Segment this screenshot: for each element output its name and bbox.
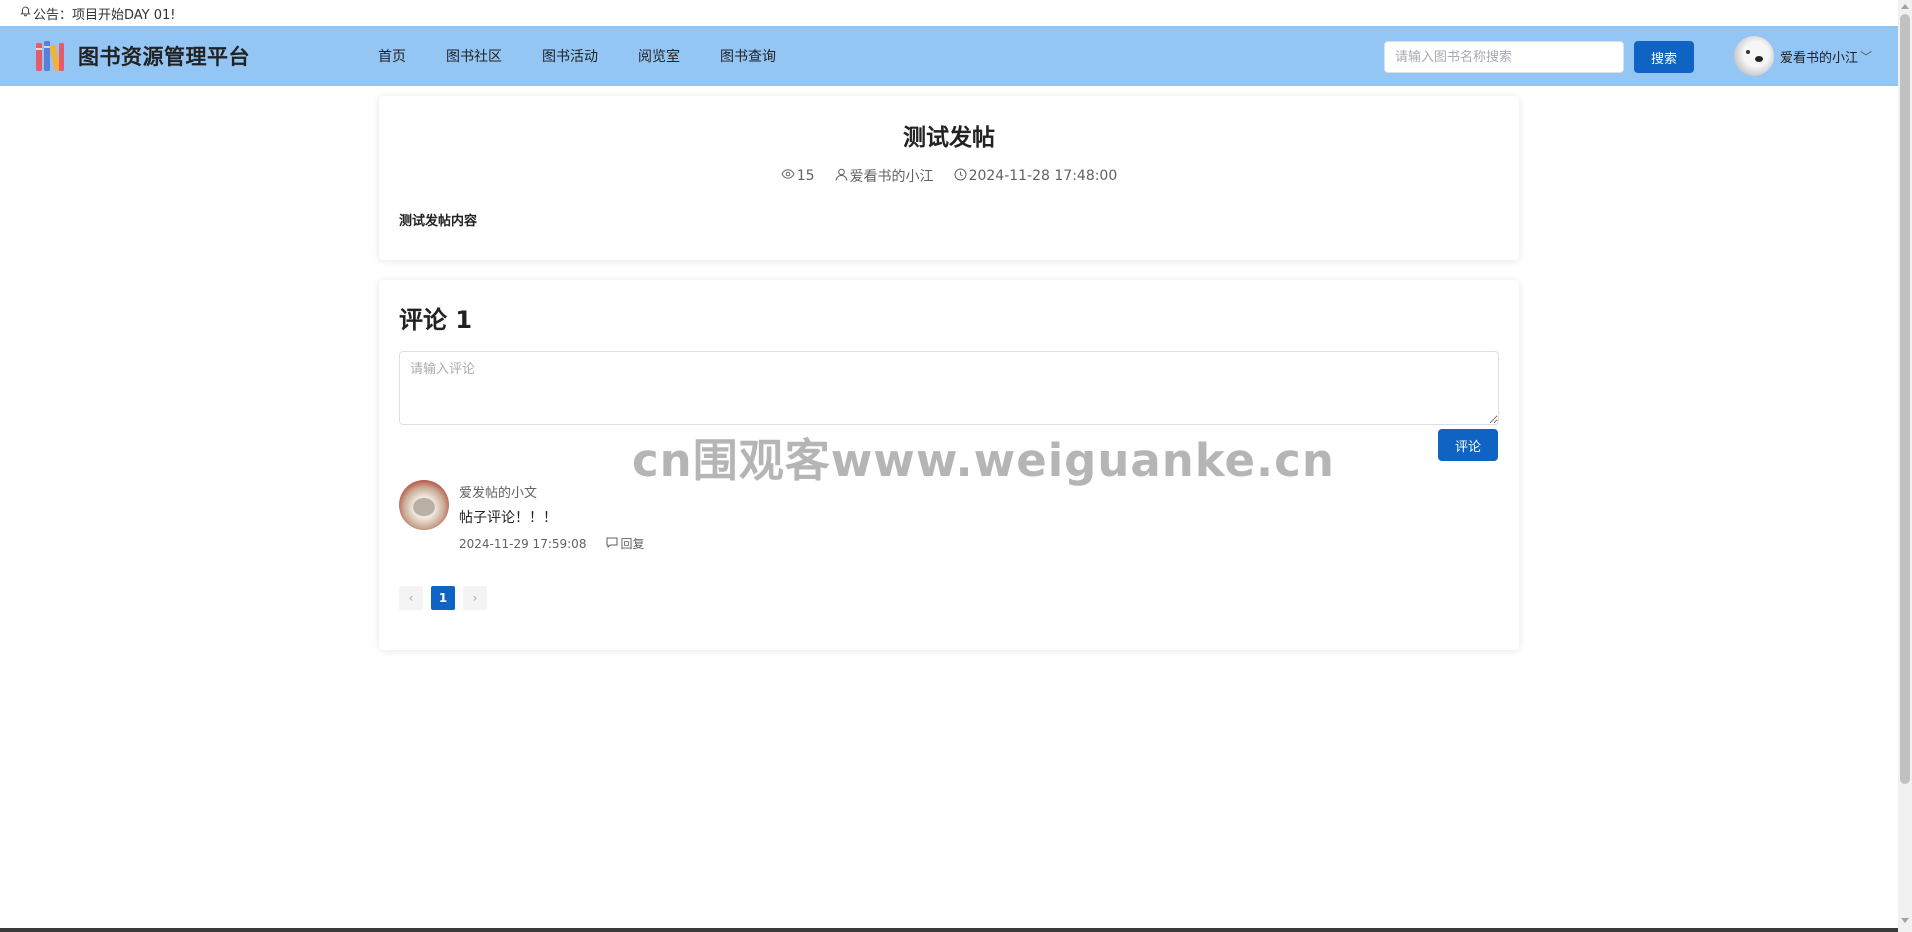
reply-label: 回复	[620, 537, 645, 551]
post-author: 爱看书的小江	[835, 166, 934, 186]
post-title: 测试发帖	[903, 125, 995, 151]
announcement-text: 公告：项目开始DAY 01!	[33, 7, 176, 23]
comment-text: 帖子评论！！！	[459, 510, 557, 526]
comments-card: 评论 1 评论 爱发帖的小文 帖子评论！！！ 2024-11-29 17:59:…	[379, 280, 1519, 650]
nav-activities[interactable]: 图书活动	[542, 46, 598, 66]
user-avatar[interactable]	[1734, 36, 1774, 76]
user-menu[interactable]: 爱看书的小江 ﹀	[1734, 36, 1872, 76]
page-number-button[interactable]: 1	[431, 586, 455, 610]
scroll-up-arrow-icon[interactable]	[1901, 4, 1909, 9]
chat-bubble-icon	[606, 537, 620, 551]
user-icon	[835, 168, 850, 185]
nav-community[interactable]: 图书社区	[446, 46, 502, 66]
nav-home[interactable]: 首页	[378, 46, 406, 66]
main-nav: 首页 图书社区 图书活动 阅览室 图书查询	[378, 46, 816, 66]
logo[interactable]: 图书资源管理平台	[34, 39, 250, 73]
view-count-value: 15	[796, 168, 815, 184]
post-time: 2024-11-28 17:48:00	[954, 168, 1118, 185]
eye-icon	[781, 168, 797, 184]
scroll-down-arrow-icon[interactable]	[1901, 918, 1909, 923]
reply-button[interactable]: 回复	[606, 535, 644, 552]
comment-item: 爱发帖的小文 帖子评论！！！ 2024-11-29 17:59:08 回复	[399, 480, 644, 552]
clock-icon	[954, 168, 969, 185]
search-button[interactable]: 搜索	[1634, 41, 1694, 73]
post-content: 测试发帖内容	[399, 214, 478, 229]
submit-comment-button[interactable]: 评论	[1438, 429, 1498, 461]
comment-body: 爱发帖的小文 帖子评论！！！ 2024-11-29 17:59:08 回复	[459, 480, 644, 552]
scroll-thumb[interactable]	[1900, 14, 1910, 784]
announcement-bar: 公告：项目开始DAY 01!	[0, 0, 1898, 26]
comment-author: 爱发帖的小文	[459, 486, 538, 501]
comments-heading: 评论 1	[399, 306, 473, 334]
user-name: 爱看书的小江	[1780, 50, 1859, 66]
commenter-avatar[interactable]	[399, 480, 449, 530]
post-author-name: 爱看书的小江	[849, 169, 934, 185]
page-scrollbar[interactable]	[1898, 0, 1912, 932]
prev-page-button[interactable]: ‹	[399, 586, 423, 610]
nav-reading-room[interactable]: 阅览室	[638, 46, 680, 66]
next-page-button[interactable]: ›	[463, 586, 487, 610]
top-header: 图书资源管理平台 首页 图书社区 图书活动 阅览室 图书查询 搜索 爱看书的小江…	[0, 26, 1898, 86]
nav-book-search[interactable]: 图书查询	[720, 46, 776, 66]
post-card: 测试发帖 15 爱看书的小江 2024-11-28 17:48:00 测试发帖内…	[379, 96, 1519, 260]
post-time-value: 2024-11-28 17:48:00	[968, 168, 1118, 184]
comment-footer: 2024-11-29 17:59:08 回复	[459, 535, 644, 552]
comment-input[interactable]	[399, 351, 1499, 425]
view-count: 15	[781, 168, 815, 184]
book-search-input[interactable]	[1384, 41, 1624, 73]
site-title: 图书资源管理平台	[78, 45, 250, 69]
chevron-down-icon[interactable]: ﹀	[1860, 48, 1872, 65]
window-bottom-edge	[0, 928, 1898, 932]
bell-icon	[20, 6, 31, 20]
books-logo-icon	[34, 39, 66, 73]
pagination: ‹ 1 ›	[399, 586, 495, 610]
post-meta: 15 爱看书的小江 2024-11-28 17:48:00	[379, 166, 1519, 186]
comment-time: 2024-11-29 17:59:08	[459, 536, 587, 551]
